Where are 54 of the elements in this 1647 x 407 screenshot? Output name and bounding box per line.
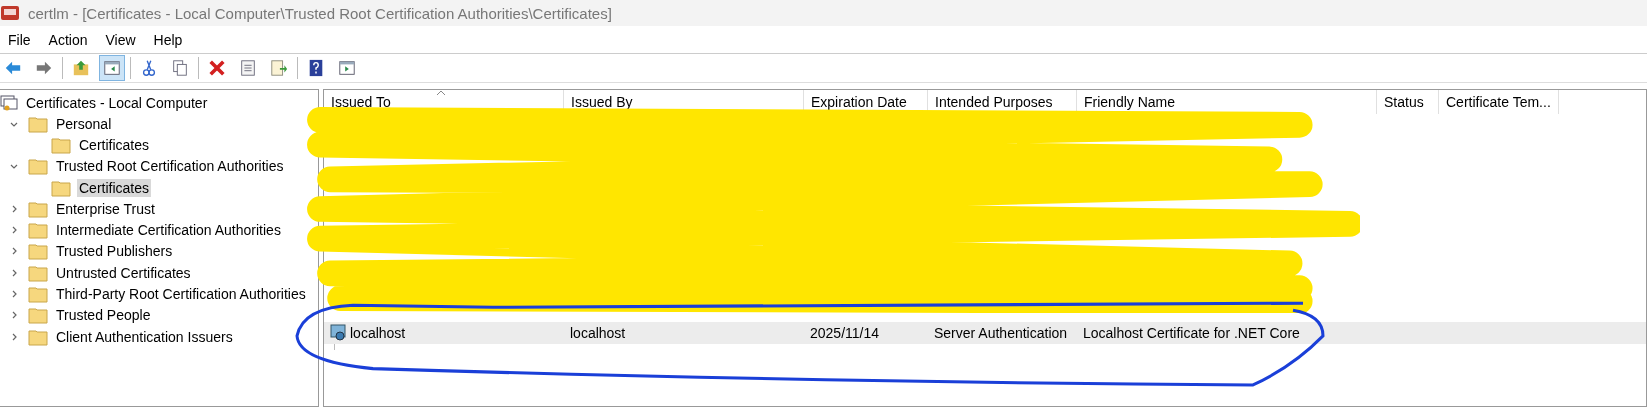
certificate-icon	[330, 324, 348, 342]
menu-item[interactable]: Help	[151, 31, 193, 48]
folder-icon	[28, 199, 48, 218]
tree-button[interactable]	[99, 55, 125, 81]
menu-item[interactable]: View	[103, 31, 146, 48]
folder-icon	[28, 114, 48, 133]
folder-icon	[51, 135, 71, 154]
column-header[interactable]: Status	[1377, 90, 1439, 114]
sort-caret-icon	[436, 90, 446, 96]
folder-icon	[28, 327, 48, 346]
tree-item[interactable]: Third-Party Root Certification Authorities	[54, 285, 308, 303]
table-cell: localhost	[570, 325, 626, 341]
folder-icon	[28, 263, 48, 282]
delete-icon	[208, 58, 226, 78]
column-header[interactable]: Friendly Name	[1077, 90, 1377, 114]
table-cell: Server Authentication	[934, 325, 1068, 341]
tree-item[interactable]: Trusted Root Certification Authorities	[54, 157, 286, 176]
tree-item[interactable]: Trusted People	[54, 306, 153, 325]
scissors-icon	[140, 58, 158, 78]
table-row[interactable]: localhost localhost 2025/11/14 Server Authentication Localhost Certificate for .NET Core	[324, 322, 1646, 344]
tree-item[interactable]: Certificates	[77, 135, 152, 154]
export-icon	[270, 58, 288, 78]
menu-item[interactable]: Action	[46, 31, 98, 48]
folder-icon	[28, 221, 48, 240]
tree-item[interactable]: Certificates	[77, 178, 152, 197]
help-icon	[307, 58, 325, 78]
folder-icon	[28, 306, 48, 325]
table-cell: Localhost Certificate for .NET Core	[1083, 325, 1300, 341]
column-header[interactable]: Issued By	[564, 90, 804, 114]
up-folder-icon	[72, 58, 90, 78]
panel-icon	[103, 58, 121, 78]
menu-item[interactable]: File	[6, 31, 41, 48]
folder-icon	[28, 242, 48, 261]
tree-item[interactable]: Untrusted Certificates	[54, 263, 193, 282]
folder-icon	[51, 178, 71, 197]
column-header[interactable]: Expiration Date	[804, 90, 928, 114]
column-header[interactable]: Intended Purposes	[928, 90, 1077, 114]
tree-item[interactable]: Personal	[54, 114, 114, 133]
table-cell: 2025/11/14	[810, 325, 880, 341]
window-title: certlm - [Certificates - Local Computer\Trusted Root Certification Authorities\Certificates]	[28, 4, 612, 22]
tree-item[interactable]: Certificates - Local Computer	[24, 93, 210, 112]
tree-item[interactable]: Intermediate Certification Authorities	[54, 221, 283, 240]
table-cell: localhost	[350, 325, 406, 341]
folder-icon	[28, 157, 48, 176]
column-header[interactable]: Issued To	[324, 90, 564, 114]
folder-icon	[28, 285, 48, 303]
tree-item[interactable]: Trusted Publishers	[54, 242, 175, 261]
app-icon	[0, 3, 20, 23]
document-icon	[239, 58, 257, 78]
tree-item[interactable]: Enterprise Trust	[54, 199, 157, 218]
column-header[interactable]: Certificate Tem...	[1439, 90, 1559, 114]
panel-icon	[338, 58, 356, 78]
copy-icon	[171, 58, 189, 78]
tree-item[interactable]: Client Authentication Issuers	[54, 327, 235, 346]
